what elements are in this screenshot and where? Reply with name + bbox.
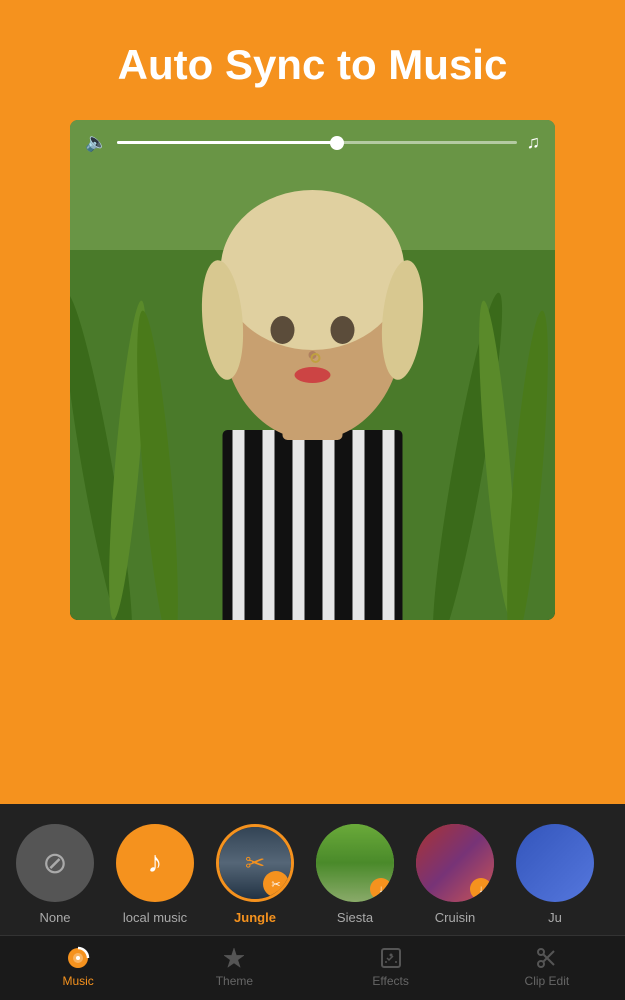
music-item-cruisin-circle: ↓	[416, 824, 494, 902]
nav-item-theme[interactable]: Theme	[156, 936, 312, 1000]
jungle-active-badge: ✂	[263, 871, 289, 897]
jungle-scissors-icon: ✂	[245, 849, 265, 878]
ju-thumbnail	[516, 824, 594, 902]
nav-label-effects: Effects	[372, 974, 408, 988]
music-item-none-circle: ⊘	[16, 824, 94, 902]
video-background	[70, 120, 555, 620]
cruisin-download-icon: ↓	[479, 884, 484, 895]
jungle-badge-icon: ✂	[271, 878, 280, 891]
music-item-siesta[interactable]: ↓ Siesta	[310, 824, 400, 925]
progress-fill	[117, 141, 336, 144]
nav-item-clip-edit[interactable]: Clip Edit	[469, 936, 625, 1000]
nav-label-music: Music	[62, 974, 93, 988]
siesta-download-badge: ↓	[370, 878, 392, 900]
nav-bar: Music Theme Effects	[0, 935, 625, 1000]
none-icon: ⊘	[42, 846, 67, 881]
progress-thumb	[330, 136, 344, 150]
nav-item-effects[interactable]: Effects	[313, 936, 469, 1000]
music-item-cruisin[interactable]: ↓ Cruisin	[410, 824, 500, 925]
theme-nav-icon	[222, 946, 246, 970]
music-item-local-circle: ♪	[116, 824, 194, 902]
bottom-panel: ⊘ None ♪ local music ✂ ✂ Jungle	[0, 804, 625, 1000]
music-item-ju-circle	[516, 824, 594, 902]
music-item-siesta-label: Siesta	[337, 910, 373, 925]
effects-nav-icon	[379, 946, 403, 970]
music-item-jungle[interactable]: ✂ ✂ Jungle	[210, 824, 300, 925]
music-item-none-label: None	[39, 910, 70, 925]
nav-item-music[interactable]: Music	[0, 936, 156, 1000]
volume-icon[interactable]: 🔈	[85, 132, 107, 153]
video-player: 🔈 ♫	[70, 120, 555, 620]
clip-edit-nav-icon	[535, 946, 559, 970]
music-item-none[interactable]: ⊘ None	[10, 824, 100, 925]
local-music-icon: ♪	[148, 846, 163, 880]
music-note-icon[interactable]: ♫	[527, 132, 541, 153]
music-item-jungle-circle: ✂ ✂	[216, 824, 294, 902]
person-illustration	[70, 120, 555, 620]
nav-label-theme: Theme	[216, 974, 253, 988]
music-item-local[interactable]: ♪ local music	[110, 824, 200, 925]
music-item-local-label: local music	[123, 910, 187, 925]
music-item-cruisin-label: Cruisin	[435, 910, 475, 925]
music-item-jungle-label: Jungle	[234, 910, 276, 925]
nav-label-clip-edit: Clip Edit	[525, 974, 570, 988]
cruisin-download-badge: ↓	[470, 878, 492, 900]
music-item-ju-label: Ju	[548, 910, 562, 925]
music-nav-icon	[66, 946, 90, 970]
progress-bar[interactable]	[117, 141, 516, 144]
page-title: Auto Sync to Music	[60, 40, 565, 90]
header: Auto Sync to Music	[0, 0, 625, 120]
music-options-row: ⊘ None ♪ local music ✂ ✂ Jungle	[0, 804, 625, 935]
siesta-download-icon: ↓	[379, 884, 384, 895]
video-controls: 🔈 ♫	[70, 132, 555, 153]
music-item-siesta-circle: ↓	[316, 824, 394, 902]
music-item-ju[interactable]: Ju	[510, 824, 600, 925]
